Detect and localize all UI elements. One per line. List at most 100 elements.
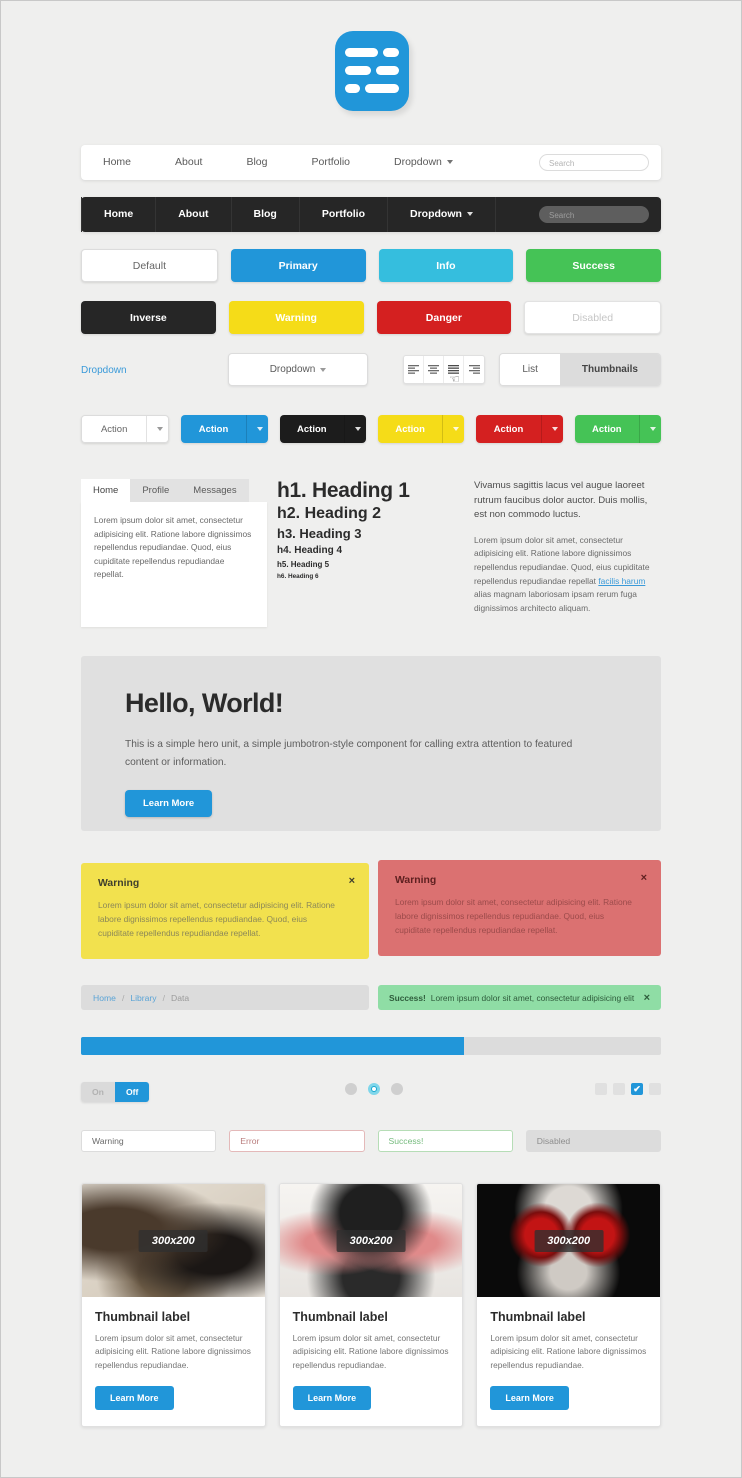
heading-3: h3. Heading 3 — [277, 526, 362, 541]
thumbnail-learn-more-button[interactable]: Learn More — [292, 1386, 372, 1411]
thumbnail-learn-more-button[interactable]: Learn More — [490, 1386, 569, 1411]
view-toggle-thumbnails[interactable]: Thumbnails — [559, 354, 660, 385]
search-input-dark[interactable]: Search — [539, 206, 649, 223]
input-warning[interactable]: Warning — [81, 1130, 217, 1152]
split-button-default[interactable]: Action — [81, 415, 170, 443]
alert-success-strong: Success! — [389, 992, 426, 1003]
radio-group[interactable] — [345, 1083, 403, 1095]
toggle-option-on[interactable]: On — [81, 1082, 115, 1102]
logo-container — [1, 31, 742, 116]
align-right-icon[interactable] — [464, 356, 484, 383]
checkbox-group[interactable]: ✔ — [595, 1083, 661, 1095]
split-toggle-icon[interactable] — [343, 415, 366, 443]
nav-dark-item-dropdown[interactable]: Dropdown — [388, 197, 496, 232]
alert-body: Lorem ipsum dolor sit amet, consectetur … — [395, 897, 632, 936]
image-size-label: 300x200 — [336, 1229, 406, 1252]
inline-link[interactable]: facilis harum — [598, 576, 645, 586]
nav-item-home[interactable]: Home — [81, 145, 153, 180]
jumbotron-learn-more-button[interactable]: Learn More — [125, 789, 213, 817]
tab-profile[interactable]: Profile — [130, 479, 182, 502]
dropdown-link[interactable]: Dropdown — [81, 365, 127, 376]
breadcrumb-item-home[interactable]: Home — [93, 993, 116, 1003]
breadcrumb-item-library[interactable]: Library — [130, 993, 156, 1003]
split-button-inverse[interactable]: Action — [279, 415, 366, 443]
button-warning[interactable]: Warning — [228, 301, 364, 334]
split-toggle-icon[interactable] — [442, 415, 464, 443]
button-primary[interactable]: Primary — [230, 249, 366, 282]
form-controls-row: On Off ✔ — [81, 1082, 661, 1102]
button-default[interactable]: Default — [81, 249, 218, 282]
nav-item-blog[interactable]: Blog — [224, 145, 289, 180]
radio-button-selected[interactable] — [368, 1083, 380, 1095]
checkbox-checked[interactable]: ✔ — [631, 1083, 643, 1095]
view-toggle-list[interactable]: List — [500, 354, 560, 385]
thumbnail-card[interactable]: 300x200 Thumbnail label Lorem ipsum dolo… — [476, 1183, 662, 1428]
split-label[interactable]: Action — [378, 415, 442, 443]
heading-1: h1. Heading 1 — [277, 479, 410, 502]
split-label[interactable]: Action — [575, 415, 639, 443]
navbar-light[interactable]: Home About Blog Portfolio Dropdown Searc… — [81, 145, 661, 180]
align-center-icon[interactable] — [424, 356, 444, 383]
split-button-row: Action Action Action Action Action Actio… — [81, 415, 661, 443]
chevron-down-icon — [320, 367, 327, 372]
on-off-toggle[interactable]: On Off — [81, 1082, 150, 1102]
nav-dark-item-portfolio[interactable]: Portfolio — [300, 197, 389, 232]
nav-item-dropdown[interactable]: Dropdown — [372, 145, 475, 180]
body-text-column: Vivamus sagittis lacus vel augue laoreet… — [474, 479, 661, 615]
button-success[interactable]: Success — [526, 249, 661, 282]
button-inverse[interactable]: Inverse — [81, 301, 216, 334]
nav-item-portfolio[interactable]: Portfolio — [289, 145, 372, 180]
split-button-primary[interactable]: Action — [181, 415, 268, 443]
thumbnail-body: Thumbnail label Lorem ipsum dolor sit am… — [477, 1297, 660, 1426]
view-toggle-group[interactable]: List Thumbnails — [499, 353, 661, 386]
button-row-primary: Default Primary Info Success — [81, 249, 661, 282]
split-toggle-icon[interactable] — [146, 416, 169, 442]
text-align-button-group[interactable] — [403, 355, 485, 384]
split-toggle-icon[interactable] — [540, 415, 563, 443]
breadcrumb-separator: / — [121, 992, 125, 1003]
thumbnail-learn-more-button[interactable]: Learn More — [95, 1386, 174, 1411]
thumbnail-text: Lorem ipsum dolor sit amet, consectetur … — [490, 1333, 647, 1370]
radio-button[interactable] — [345, 1083, 357, 1095]
split-button-warning[interactable]: Action — [377, 415, 465, 443]
checkbox[interactable] — [649, 1083, 661, 1095]
close-icon[interactable]: × — [349, 875, 355, 887]
nav-item-about[interactable]: About — [153, 145, 224, 180]
app-logo-icon — [335, 31, 409, 111]
thumbnail-card[interactable]: 300x200 Thumbnail label Lorem ipsum dolo… — [278, 1183, 464, 1428]
breadcrumb[interactable]: Home / Library / Data — [81, 985, 369, 1010]
tab-messages[interactable]: Messages — [181, 479, 249, 502]
toggle-option-off[interactable]: Off — [114, 1082, 150, 1102]
close-icon[interactable]: × — [641, 872, 647, 884]
split-button-danger[interactable]: Action — [476, 415, 563, 443]
button-info[interactable]: Info — [378, 249, 514, 282]
search-input[interactable]: Search — [539, 154, 649, 171]
thumbnail-card[interactable]: 300x200 Thumbnail label Lorem ipsum dolo… — [81, 1183, 266, 1428]
radio-button[interactable] — [391, 1083, 403, 1095]
thumbnail-text: Lorem ipsum dolor sit amet, consectetur … — [292, 1333, 449, 1370]
navbar-dark[interactable]: Home About Blog Portfolio Dropdown Searc… — [81, 197, 661, 232]
dropdown-button[interactable]: Dropdown — [228, 353, 368, 386]
progress-bar-fill — [81, 1037, 464, 1055]
button-danger[interactable]: Danger — [376, 301, 512, 334]
nav-dark-item-home[interactable]: Home — [81, 197, 157, 232]
input-success[interactable]: Success! — [377, 1130, 513, 1152]
thumbnail-title: Thumbnail label — [292, 1310, 388, 1324]
align-left-icon[interactable] — [404, 356, 424, 383]
thumbnail-title: Thumbnail label — [490, 1310, 586, 1324]
split-label[interactable]: Action — [82, 416, 147, 442]
tab-home[interactable]: Home — [81, 479, 131, 502]
input-error[interactable]: Error — [229, 1130, 365, 1152]
nav-dark-item-blog[interactable]: Blog — [232, 197, 300, 232]
nav-dark-item-about[interactable]: About — [156, 197, 232, 232]
split-label[interactable]: Action — [476, 415, 540, 443]
split-button-success[interactable]: Action — [574, 415, 661, 443]
tab-list[interactable]: Home Profile Messages — [81, 479, 267, 502]
split-toggle-icon[interactable] — [245, 415, 268, 443]
split-label[interactable]: Action — [181, 415, 245, 443]
split-toggle-icon[interactable] — [638, 415, 661, 443]
checkbox[interactable] — [595, 1083, 607, 1095]
checkbox[interactable] — [613, 1083, 625, 1095]
split-label[interactable]: Action — [280, 415, 344, 443]
close-icon[interactable]: × — [644, 992, 650, 1004]
